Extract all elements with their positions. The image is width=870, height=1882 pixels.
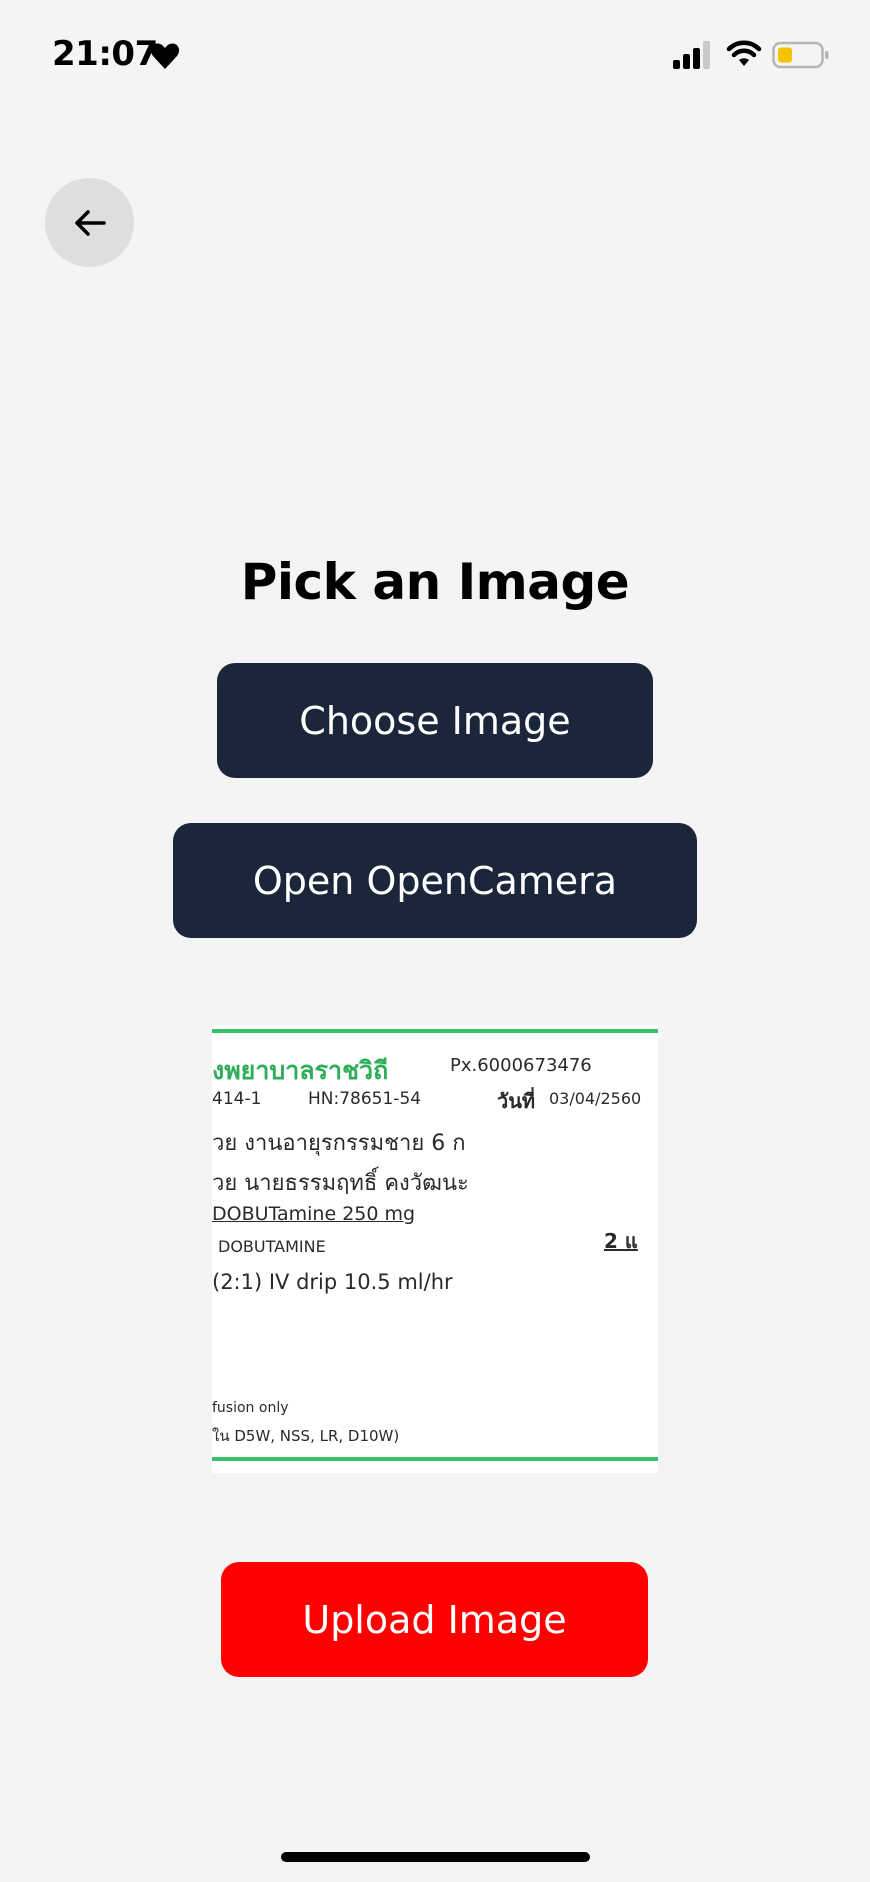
label-code: 414-1: [212, 1089, 262, 1109]
choose-image-button[interactable]: Choose Image: [217, 663, 653, 778]
drug-generic: DOBUTAMINE: [218, 1237, 326, 1256]
status-time: 21:07: [52, 34, 158, 74]
dosage: (2:1) IV drip 10.5 ml/hr: [212, 1270, 453, 1294]
px-number: Px.6000673476: [450, 1055, 592, 1076]
hospital-name: งพยาบาลราชวิถี: [212, 1056, 389, 1085]
patient-name: วย นายธรรมฤทธิ์ คงวัฒนะ: [212, 1171, 469, 1196]
drug-name: DOBUTamine 250 mg: [212, 1203, 416, 1225]
note-1: fusion only: [212, 1400, 289, 1416]
quantity: 2 แ: [604, 1229, 638, 1253]
back-button[interactable]: [45, 178, 134, 267]
image-preview: งพยาบาลราชวิถี Px.6000673476 414-1 HN:78…: [212, 1025, 658, 1473]
wifi-icon: [726, 40, 762, 66]
note-2: ใน D5W, NSS, LR, D10W): [212, 1427, 400, 1445]
open-camera-button[interactable]: Open OpenCamera: [173, 823, 697, 938]
date-label: วันที่: [497, 1089, 536, 1113]
page-title: Pick an Image: [240, 553, 630, 611]
heart-icon: [150, 43, 180, 69]
hn-number: HN:78651-54: [308, 1089, 422, 1109]
status-bar: 21:07: [0, 0, 870, 110]
ward-name: วย งานอายุรกรรมชาย 6 ก: [212, 1131, 466, 1156]
upload-image-button[interactable]: Upload Image: [221, 1562, 648, 1677]
signal-icon: [673, 41, 710, 69]
label-top-border: [212, 1029, 658, 1033]
arrow-left-icon: [74, 209, 106, 236]
label-bottom-border: [212, 1457, 658, 1461]
label-date: 03/04/2560: [549, 1089, 642, 1108]
battery-icon: [772, 41, 829, 69]
home-indicator[interactable]: [281, 1852, 590, 1862]
